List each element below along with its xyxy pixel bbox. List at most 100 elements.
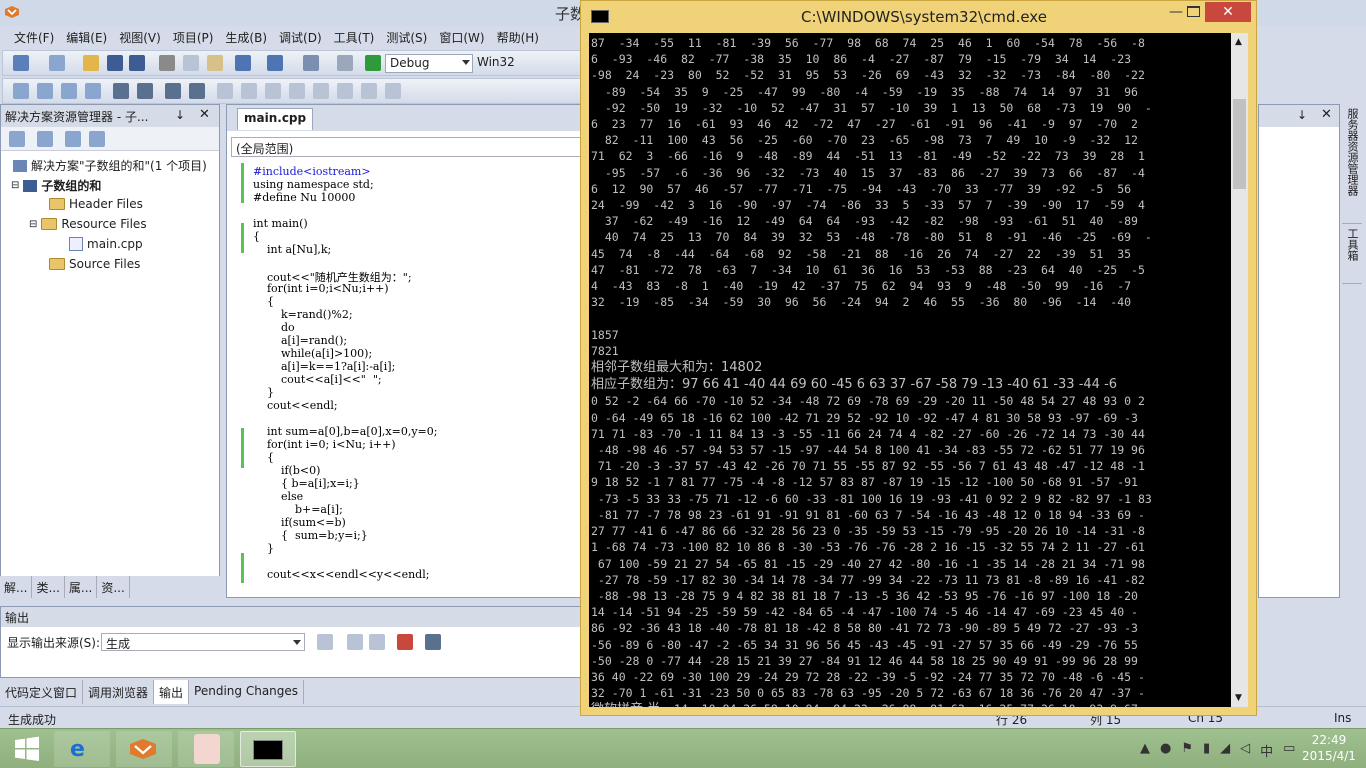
tab-call-browser[interactable]: 调用浏览器	[83, 680, 155, 704]
qq-icon[interactable]: ●	[1160, 741, 1171, 760]
bookmark-clear-icon[interactable]	[313, 83, 329, 99]
undo-icon[interactable]	[235, 55, 251, 71]
comment-icon[interactable]	[165, 83, 181, 99]
collapse-icon[interactable]: ⊟	[11, 180, 19, 191]
output-source-select[interactable]: 生成	[101, 633, 305, 651]
tab-resource-view[interactable]: 资...	[97, 576, 130, 598]
word-wrap-icon[interactable]	[425, 634, 441, 650]
menu-debug[interactable]: 调试(D)	[273, 26, 328, 48]
scroll-up-icon[interactable]: ▲	[1235, 37, 1242, 47]
toolbar-icon-2[interactable]	[37, 83, 53, 99]
minimize-icon[interactable]: —	[1169, 4, 1183, 20]
scrollbar-thumb[interactable]	[1233, 99, 1246, 189]
toolbar-icon-3[interactable]	[61, 83, 77, 99]
tree-project[interactable]: ⊟ 子数组的和	[11, 177, 101, 194]
solution-config-select[interactable]: Debug	[385, 54, 473, 73]
class-diagram-icon[interactable]	[89, 131, 105, 147]
maximize-icon[interactable]	[1187, 6, 1200, 17]
paste-icon[interactable]	[207, 55, 223, 71]
battery-icon[interactable]: ▮	[1203, 741, 1210, 760]
menu-bar: 文件(F) 编辑(E) 视图(V) 项目(P) 生成(B) 调试(D) 工具(T…	[0, 26, 585, 48]
tree-header-files[interactable]: Header Files	[49, 197, 143, 211]
server-explorer-tab[interactable]: 服务器资源管理器	[1342, 104, 1362, 224]
new-project-icon[interactable]	[13, 55, 29, 71]
navigate-forward-icon[interactable]	[337, 55, 353, 71]
scroll-down-icon[interactable]: ▼	[1235, 693, 1242, 703]
console-output[interactable]: 87 -34 -55 11 -81 -39 56 -77 98 68 74 25…	[589, 33, 1231, 707]
tab-solution[interactable]: 解...	[0, 576, 33, 598]
tab-pending-changes[interactable]: Pending Changes	[189, 680, 305, 704]
save-icon[interactable]	[107, 55, 123, 71]
outdent-icon[interactable]	[113, 83, 129, 99]
find-in-files-icon[interactable]	[385, 83, 401, 99]
close-icon[interactable]: ✕	[1321, 107, 1332, 122]
find-icon[interactable]	[337, 83, 353, 99]
menu-test[interactable]: 测试(S)	[380, 26, 433, 48]
open-folder-icon[interactable]	[83, 55, 99, 71]
output-toolbar-icon-3[interactable]	[369, 634, 385, 650]
show-all-files-icon[interactable]	[37, 131, 53, 147]
menu-tools[interactable]: 工具(T)	[328, 26, 381, 48]
output-toolbar-icon-1[interactable]	[317, 634, 333, 650]
indent-icon[interactable]	[137, 83, 153, 99]
toolbar-icon-4[interactable]	[85, 83, 101, 99]
network-icon[interactable]: ◢	[1220, 741, 1230, 760]
bookmark-folder-icon[interactable]	[289, 83, 305, 99]
start-debugging-icon[interactable]	[365, 55, 381, 71]
tree-solution[interactable]: 解决方案"子数组的和"(1 个项目)	[13, 157, 207, 174]
scope-dropdown[interactable]: (全局范围)	[231, 137, 581, 157]
tab-code-definition[interactable]: 代码定义窗口	[0, 680, 84, 704]
tree-source-files[interactable]: Source Files	[49, 257, 140, 271]
tree-main-cpp[interactable]: main.cpp	[69, 237, 143, 251]
copy-icon[interactable]	[183, 55, 199, 71]
tab-main-cpp[interactable]: main.cpp	[237, 108, 314, 130]
save-all-icon[interactable]	[129, 55, 145, 71]
bookmark-icon[interactable]	[217, 83, 233, 99]
cut-icon[interactable]	[159, 55, 175, 71]
clear-all-icon[interactable]	[397, 634, 413, 650]
menu-view[interactable]: 视图(V)	[113, 26, 167, 48]
menu-edit[interactable]: 编辑(E)	[60, 26, 113, 48]
clock[interactable]: 22:49 2015/4/1	[1296, 732, 1362, 764]
menu-help[interactable]: 帮助(H)	[491, 26, 545, 48]
tree-resource-files[interactable]: ⊟ Resource Files	[29, 217, 147, 231]
photo-taskbar-button[interactable]	[178, 731, 234, 767]
cmd-close-button[interactable]: ✕	[1205, 2, 1251, 22]
bookmark-next-icon[interactable]	[265, 83, 281, 99]
tab-output[interactable]: 输出	[154, 680, 190, 704]
toolbar-icon-1[interactable]	[13, 83, 29, 99]
uncomment-icon[interactable]	[189, 83, 205, 99]
properties-icon[interactable]	[9, 131, 25, 147]
add-item-icon[interactable]	[49, 55, 65, 71]
tab-property-manager[interactable]: 属...	[65, 576, 98, 598]
close-icon[interactable]: ✕	[199, 107, 210, 122]
vs-taskbar-button[interactable]	[116, 731, 172, 767]
cmd-taskbar-button[interactable]	[240, 731, 296, 767]
ime-indicator[interactable]: 中	[1260, 741, 1273, 760]
output-toolbar-icon-2[interactable]	[347, 634, 363, 650]
ie-taskbar-button[interactable]: e	[54, 731, 110, 767]
pin-icon[interactable]: ↓	[175, 108, 185, 122]
navigate-icon[interactable]	[303, 55, 319, 71]
pin-icon[interactable]: ↓	[1297, 108, 1307, 122]
tab-class-view[interactable]: 类...	[32, 576, 65, 598]
find-next-icon[interactable]	[361, 83, 377, 99]
tray-expand-icon[interactable]: ▲	[1140, 741, 1150, 760]
cmd-title-bar[interactable]: C:\WINDOWS\system32\cmd.exe — ✕	[581, 1, 1256, 33]
refresh-icon[interactable]	[65, 131, 81, 147]
menu-file[interactable]: 文件(F)	[8, 26, 60, 48]
code-area[interactable]: #include<iostream> using namespace std; …	[227, 163, 585, 583]
redo-icon[interactable]	[267, 55, 283, 71]
collapse-icon[interactable]: ⊟	[29, 219, 37, 230]
menu-build[interactable]: 生成(B)	[219, 26, 273, 48]
menu-project[interactable]: 项目(P)	[167, 26, 220, 48]
volume-icon[interactable]: ◁	[1240, 741, 1250, 760]
bookmark-prev-icon[interactable]	[241, 83, 257, 99]
keyboard-icon[interactable]: ▭	[1283, 741, 1295, 760]
flag-icon[interactable]: ⚑	[1181, 741, 1193, 760]
toolbox-tab[interactable]: 工具箱	[1342, 224, 1362, 284]
console-scrollbar[interactable]: ▲ ▼	[1231, 33, 1248, 707]
solution-platform[interactable]: Win32	[477, 55, 515, 69]
start-button[interactable]	[4, 731, 48, 767]
menu-window[interactable]: 窗口(W)	[433, 26, 490, 48]
